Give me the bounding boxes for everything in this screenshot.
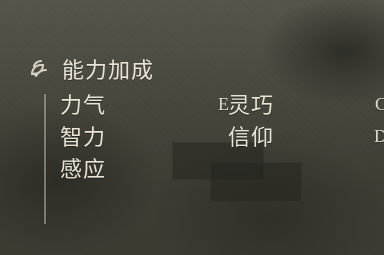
attribute-scaling-panel: 能力加成 力气 E 灵巧 C 智力 信仰 D 感应: [26, 54, 384, 224]
stat-strength-grade: E: [218, 93, 230, 114]
stat-dexterity-label: 灵巧: [228, 94, 275, 119]
stat-intelligence-label: 智力: [60, 126, 107, 151]
stat-faith-grade: D: [374, 125, 384, 146]
stat-strength: 力气 E: [60, 90, 230, 120]
game-ui-screenshot: 能力加成 力气 E 灵巧 C 智力 信仰 D 感应: [0, 0, 384, 255]
attribute-scaling-header: 能力加成: [26, 54, 154, 84]
stat-strength-label: 力气: [60, 94, 107, 119]
stat-dexterity: 灵巧 C: [228, 90, 384, 120]
stat-arcane: 感应: [60, 154, 180, 183]
stat-dexterity-grade: C: [374, 93, 384, 114]
stat-faith-label: 信仰: [228, 126, 275, 151]
stat-faith: 信仰 D: [228, 122, 384, 152]
left-rule: [44, 94, 46, 224]
attribute-scaling-title: 能力加成: [62, 59, 155, 84]
attribute-scaling-stats: 力气 E 灵巧 C 智力 信仰 D 感应: [60, 90, 384, 210]
stat-arcane-label: 感应: [60, 158, 107, 183]
scaling-emblem-icon: [26, 56, 52, 82]
stat-intelligence: 智力: [60, 122, 180, 151]
